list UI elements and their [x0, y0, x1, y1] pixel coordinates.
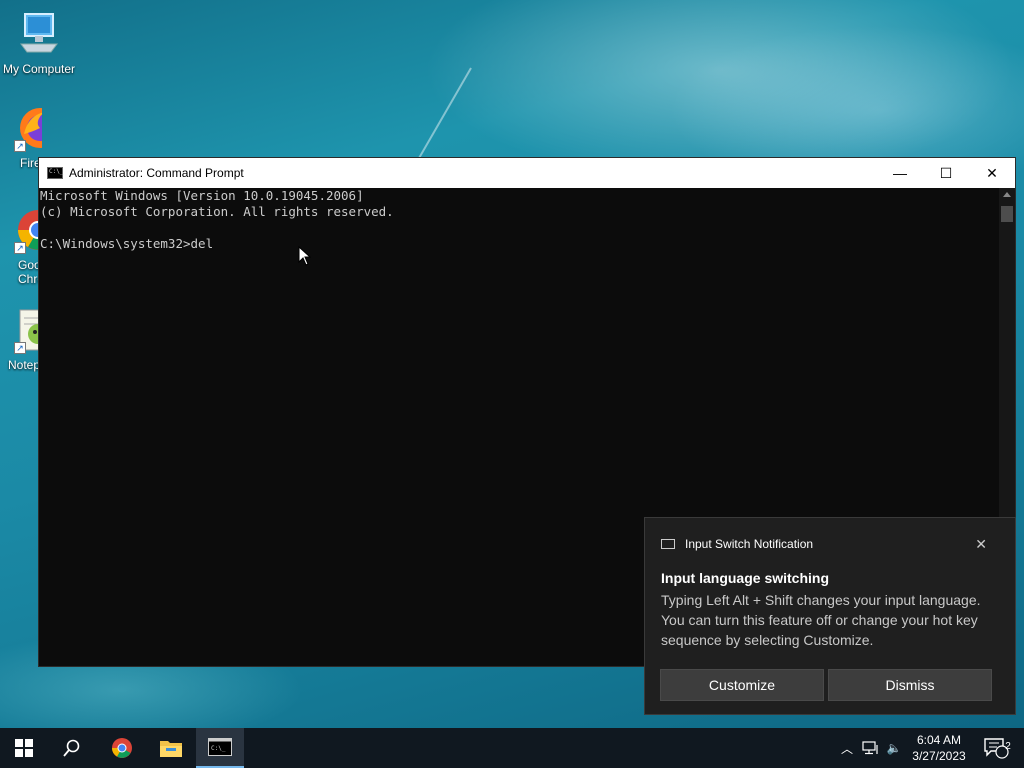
folder-icon — [160, 741, 182, 757]
desktop-icon-label: Notep — [8, 358, 41, 372]
desktop-icon-notepad[interactable]: ↗ Notep — [0, 306, 42, 372]
show-hidden-icons-chevron[interactable]: ︿ — [838, 728, 856, 768]
clock-date: 3/27/2023 — [912, 749, 966, 763]
keyboard-icon — [661, 539, 675, 549]
desktop-icon-label: Chro — [18, 272, 42, 286]
taskbar-clock[interactable]: 6:04 AM 3/27/2023 — [904, 732, 974, 764]
desktop-icon-firefox[interactable]: ↗ Fire — [0, 104, 42, 170]
windows-logo-icon — [15, 739, 33, 757]
desktop-icon-label: Goo — [18, 258, 41, 272]
notification-count-badge: 2 — [1005, 741, 1011, 752]
dismiss-button[interactable]: Dismiss — [828, 669, 992, 701]
svg-text:C:\_: C:\_ — [211, 745, 226, 752]
notification-header: Input Switch Notification — [661, 537, 813, 551]
console-line: Microsoft Windows [Version 10.0.19045.20… — [40, 188, 364, 203]
desktop-icon-label: My Computer — [2, 62, 76, 76]
notification-app-name: Input Switch Notification — [685, 537, 814, 551]
taskbar-command-prompt[interactable]: C:\_ — [196, 728, 244, 768]
scrollbar-thumb[interactable] — [1001, 206, 1013, 222]
desktop-icon-label: Fire — [20, 156, 41, 170]
desktop-icon-my-computer[interactable]: My Computer — [0, 10, 78, 76]
desktop-icon-google-chrome[interactable]: ↗ Goo Chro — [0, 206, 42, 286]
search-button[interactable] — [48, 728, 96, 768]
notification-body: Typing Left Alt + Shift changes your inp… — [661, 592, 981, 648]
scroll-up-arrow-icon[interactable] — [1003, 192, 1011, 197]
maximize-button[interactable]: ☐ — [923, 158, 969, 188]
shortcut-arrow-icon: ↗ — [14, 242, 26, 254]
mouse-cursor-icon — [298, 246, 312, 266]
chrome-icon — [112, 738, 132, 758]
action-center-button[interactable]: 2 — [976, 728, 1016, 768]
taskbar-chrome[interactable] — [98, 728, 146, 768]
taskbar-file-explorer[interactable] — [147, 728, 195, 768]
firefox-icon: ↗ — [14, 104, 42, 152]
window-title: Administrator: Command Prompt — [69, 166, 244, 180]
network-icon[interactable] — [860, 728, 882, 768]
customize-button[interactable]: Customize — [660, 669, 824, 701]
notification-title: Input language switching — [661, 570, 829, 586]
search-icon — [63, 739, 80, 757]
notification-close-icon[interactable]: ✕ — [975, 536, 987, 553]
console-prompt-line: C:\Windows\system32>del — [40, 236, 214, 251]
volume-icon[interactable]: 🔈 — [884, 728, 904, 768]
start-button[interactable] — [0, 728, 48, 768]
computer-icon — [15, 10, 63, 58]
window-titlebar[interactable]: Administrator: Command Prompt — ☐ ✕ — [39, 158, 1015, 188]
shortcut-arrow-icon: ↗ — [14, 342, 26, 354]
taskbar: C:\_ ︿ 🔈 6:04 AM 3/27/2023 2 — [0, 728, 1024, 768]
console-line: (c) Microsoft Corporation. All rights re… — [40, 204, 394, 219]
close-button[interactable]: ✕ — [969, 158, 1015, 188]
shortcut-arrow-icon: ↗ — [14, 140, 26, 152]
input-switch-notification[interactable]: Input Switch Notification ✕ Input langua… — [644, 517, 1016, 715]
minimize-button[interactable]: — — [877, 158, 923, 188]
cmd-app-icon — [47, 167, 63, 179]
cmd-icon: C:\_ — [208, 738, 232, 756]
clock-time: 6:04 AM — [916, 733, 962, 747]
